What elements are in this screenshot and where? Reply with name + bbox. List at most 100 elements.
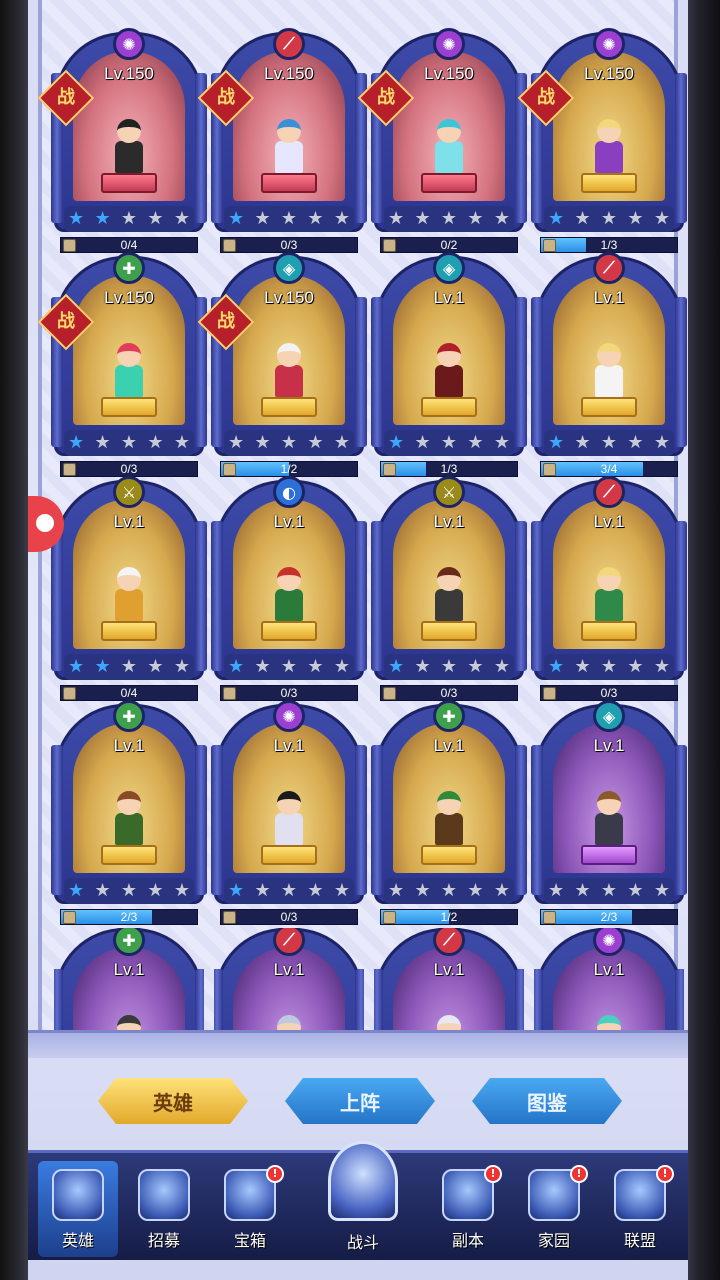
star-icon: ★	[574, 432, 591, 453]
shard-count: 0/2	[440, 238, 458, 252]
hero-pedestal	[421, 845, 477, 865]
hero-card[interactable]: ◈ Lv.150 战 ★ ★ ★ ★ ★ 1/2	[197, 252, 367, 481]
shard-count: 1/3	[600, 238, 618, 252]
star-icon: ★	[574, 656, 591, 677]
nav-item-1[interactable]: 招募	[124, 1161, 204, 1257]
hero-card[interactable]: ✺ Lv.150 战 ★ ★ ★ ★ ★ 0/4	[37, 28, 207, 257]
star-icon: ★	[414, 208, 431, 229]
star-icon: ★	[333, 432, 350, 453]
star-icon: ★	[653, 656, 670, 677]
nav-icon	[138, 1169, 190, 1221]
hero-sprite	[111, 567, 147, 623]
nav-item-6[interactable]: 联盟!	[600, 1161, 680, 1257]
star-icon: ★	[653, 880, 670, 901]
star-icon: ★	[548, 656, 565, 677]
star-icon: ★	[147, 880, 164, 901]
hero-class-icon: ✚	[433, 700, 465, 732]
hero-card[interactable]: ⚔ Lv.1 ★ ★ ★ ★ ★ 0/3	[371, 476, 527, 705]
nav-battle[interactable]: 战斗	[318, 1141, 408, 1259]
shard-progress-bar: 0/4	[60, 685, 198, 701]
star-icon: ★	[600, 208, 618, 229]
hero-card-frame	[531, 704, 687, 904]
shard-count: 0/3	[280, 686, 298, 700]
hero-card[interactable]: ⚔ Lv.1 ★ ★ ★ ★ ★ 0/4	[51, 476, 207, 705]
shard-count: 0/3	[440, 686, 458, 700]
hero-card[interactable]: ✺ Lv.150 战 ★ ★ ★ ★ ★ 1/3	[517, 28, 687, 257]
hero-card[interactable]: ◈ Lv.1 ★ ★ ★ ★ ★ 2/3	[531, 700, 687, 929]
star-icon: ★	[68, 880, 85, 901]
hero-card[interactable]: ⟋ Lv.1	[374, 928, 524, 1038]
hero-sprite	[111, 119, 147, 175]
tab-codex[interactable]: 图鉴	[472, 1078, 622, 1124]
hero-sprite	[271, 567, 307, 623]
star-icon: ★	[574, 208, 591, 229]
shard-count: 1/2	[280, 462, 298, 476]
tab-heroes[interactable]: 英雄	[98, 1078, 248, 1124]
shard-progress-bar: 1/3	[380, 461, 518, 477]
hero-card[interactable]: ⟋ Lv.150 战 ★ ★ ★ ★ ★ 0/3	[197, 28, 367, 257]
hero-level: Lv.1	[113, 736, 145, 755]
star-icon: ★	[414, 656, 431, 677]
shard-progress-bar: 0/3	[380, 685, 518, 701]
star-icon: ★	[228, 656, 245, 677]
hero-card[interactable]: ✺ Lv.1	[534, 928, 684, 1038]
hero-level: Lv.1	[593, 512, 625, 531]
grid-bottom-ornament	[28, 1030, 688, 1058]
hero-card[interactable]: ✚ Lv.150 战 ★ ★ ★ ★ ★ 0/3	[37, 252, 207, 481]
notification-badge: !	[484, 1165, 502, 1183]
hero-pedestal	[421, 621, 477, 641]
shard-count: 1/2	[440, 910, 458, 924]
shard-count: 3/4	[600, 462, 618, 476]
hero-pedestal	[101, 397, 157, 417]
hero-card[interactable]: ⟋ Lv.1	[214, 928, 364, 1038]
nav-item-5[interactable]: 家园!	[514, 1161, 594, 1257]
shard-count: 1/3	[440, 462, 458, 476]
hero-pedestal	[101, 173, 157, 193]
nav-item-0[interactable]: 英雄	[38, 1161, 118, 1257]
shard-progress-bar: 1/2	[220, 461, 358, 477]
hero-star-rating: ★ ★ ★ ★ ★	[544, 430, 674, 456]
hero-class-icon: ⟋	[273, 28, 305, 60]
star-icon: ★	[94, 208, 111, 229]
nav-item-4[interactable]: 副本!	[428, 1161, 508, 1257]
star-icon: ★	[94, 656, 111, 677]
star-icon: ★	[173, 432, 190, 453]
shard-progress-bar: 3/4	[540, 461, 678, 477]
hero-card[interactable]: ◐ Lv.1 ★ ★ ★ ★ ★ 0/3	[211, 476, 367, 705]
hero-sprite	[431, 343, 467, 399]
shard-count: 0/4	[120, 238, 138, 252]
hero-collection-screen: ✺ Lv.150 战 ★ ★ ★ ★ ★ 0/4 ⟋ Lv.150 战 ★ ★ ★ ★ ★ 0/3 ✺ Lv.150 战…	[28, 0, 688, 1280]
star-icon: ★	[68, 432, 85, 453]
hero-class-icon: ✺	[433, 28, 465, 60]
hero-pedestal	[101, 621, 157, 641]
hero-card[interactable]: ◈ Lv.1 ★ ★ ★ ★ ★ 1/3	[371, 252, 527, 481]
hero-card-frame	[371, 480, 527, 680]
hero-card[interactable]: ✚ Lv.1 ★ ★ ★ ★ ★ 1/2	[371, 700, 527, 929]
hero-card[interactable]: ✺ Lv.1 ★ ★ ★ ★ ★ 0/3	[211, 700, 367, 929]
star-icon: ★	[120, 656, 138, 677]
hero-card[interactable]: ✚ Lv.1 ★ ★ ★ ★ ★ 2/3	[51, 700, 207, 929]
hero-star-rating: ★ ★ ★ ★ ★	[64, 206, 194, 232]
hero-card[interactable]: ⟋ Lv.1 ★ ★ ★ ★ ★ 0/3	[531, 476, 687, 705]
hero-level: Lv.1	[433, 288, 465, 307]
star-icon: ★	[333, 656, 350, 677]
hero-class-icon: ◈	[433, 252, 465, 284]
shard-count: 0/3	[280, 238, 298, 252]
shard-count: 2/3	[600, 910, 618, 924]
hero-card[interactable]: ✚ Lv.1	[54, 928, 204, 1038]
tab-lineup[interactable]: 上阵	[285, 1078, 435, 1124]
nav-item-2[interactable]: 宝箱!	[210, 1161, 290, 1257]
hero-card[interactable]: ⟋ Lv.1 ★ ★ ★ ★ ★ 3/4	[531, 252, 687, 481]
star-icon: ★	[548, 208, 565, 229]
hero-pedestal	[421, 397, 477, 417]
star-icon: ★	[414, 432, 431, 453]
hero-card-frame	[371, 256, 527, 456]
star-icon: ★	[120, 432, 138, 453]
hero-grid[interactable]: ✺ Lv.150 战 ★ ★ ★ ★ ★ 0/4 ⟋ Lv.150 战 ★ ★ ★ ★ ★ 0/3 ✺ Lv.150 战…	[37, 0, 687, 1040]
hero-card[interactable]: ✺ Lv.150 战 ★ ★ ★ ★ ★ 0/2	[357, 28, 527, 257]
bottom-nav: 英雄 招募 宝箱! 战斗 副本! 家园! 联盟!	[28, 1141, 688, 1260]
hero-star-rating: ★ ★ ★ ★ ★	[384, 654, 514, 680]
star-icon: ★	[68, 656, 85, 677]
star-icon: ★	[627, 432, 644, 453]
hero-card-frame	[371, 704, 527, 904]
